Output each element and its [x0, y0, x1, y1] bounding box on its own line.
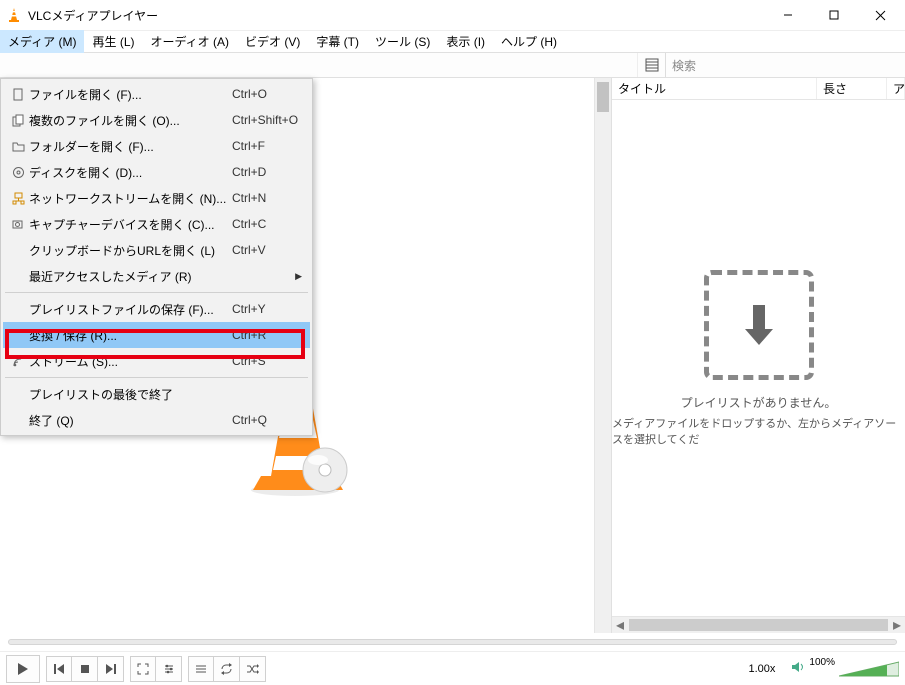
playback-speed[interactable]: 1.00x [749, 663, 776, 675]
col-length[interactable]: 長さ [817, 78, 887, 99]
drop-download-icon [704, 270, 814, 380]
network-icon [7, 192, 29, 205]
disc-icon [7, 166, 29, 179]
playlist-view-toggle-icon[interactable] [637, 53, 665, 77]
playlist-pane: タイトル 長さ ア プレイリストがありません。 メディアファイルをドロップするか… [612, 78, 905, 633]
menu-quit-after-playlist[interactable]: プレイリストの最後で終了 [3, 381, 310, 407]
col-album[interactable]: ア [887, 78, 905, 99]
next-button[interactable] [98, 656, 124, 682]
capture-icon [7, 218, 29, 231]
titlebar: VLCメディアプレイヤー [0, 0, 905, 30]
menu-save-playlist[interactable]: プレイリストファイルの保存 (F)... Ctrl+Y [3, 296, 310, 322]
menu-separator [5, 377, 308, 378]
playlist-hscrollbar[interactable]: ◂ ▸ [612, 616, 905, 633]
menu-open-file[interactable]: ファイルを開く (F)... Ctrl+O [3, 81, 310, 107]
folder-icon [7, 140, 29, 153]
menu-open-clipboard-url[interactable]: クリップボードからURLを開く (L) Ctrl+V [3, 237, 310, 263]
menu-help[interactable]: ヘルプ (H) [493, 30, 565, 53]
shuffle-button[interactable] [240, 656, 266, 682]
menu-open-network-stream[interactable]: ネットワークストリームを開く (N)... Ctrl+N [3, 185, 310, 211]
maximize-button[interactable] [811, 0, 857, 30]
menu-open-disc[interactable]: ディスクを開く (D)... Ctrl+D [3, 159, 310, 185]
menu-media[interactable]: メディア (M) [0, 30, 84, 53]
menu-open-multiple-files[interactable]: 複数のファイルを開く (O)... Ctrl+Shift+O [3, 107, 310, 133]
volume-control[interactable]: 100% [791, 660, 899, 678]
left-scrollbar[interactable] [594, 78, 611, 633]
media-menu-dropdown: ファイルを開く (F)... Ctrl+O 複数のファイルを開く (O)... … [0, 78, 313, 436]
content-area: ファイルを開く (F)... Ctrl+O 複数のファイルを開く (O)... … [0, 78, 905, 633]
window-title: VLCメディアプレイヤー [28, 7, 765, 24]
vlc-cone-icon [6, 7, 22, 23]
extended-settings-button[interactable] [156, 656, 182, 682]
close-button[interactable] [857, 0, 903, 30]
fullscreen-button[interactable] [130, 656, 156, 682]
menu-video[interactable]: ビデオ (V) [237, 30, 308, 53]
menu-audio[interactable]: オーディオ (A) [143, 30, 238, 53]
stream-icon [7, 355, 29, 368]
seek-track[interactable] [8, 639, 897, 645]
play-button[interactable] [6, 655, 40, 683]
col-title[interactable]: タイトル [612, 78, 817, 99]
menu-subtitle[interactable]: 字幕 (T) [308, 30, 367, 53]
menubar: メディア (M) 再生 (L) オーディオ (A) ビデオ (V) 字幕 (T)… [0, 30, 905, 52]
search-input[interactable]: 検索 [665, 53, 905, 77]
volume-slider[interactable] [839, 660, 899, 678]
playback-controls: 1.00x 100% [0, 651, 905, 685]
scrollbar-thumb[interactable] [597, 82, 609, 112]
prev-button[interactable] [46, 656, 72, 682]
playlist-drop-zone[interactable]: プレイリストがありません。 メディアファイルをドロップするか、左からメディアソー… [612, 100, 905, 616]
minimize-button[interactable] [765, 0, 811, 30]
file-icon [7, 88, 29, 101]
menu-tools[interactable]: ツール (S) [367, 30, 438, 53]
stop-button[interactable] [72, 656, 98, 682]
media-source-pane: ファイルを開く (F)... Ctrl+O 複数のファイルを開く (O)... … [0, 78, 612, 633]
seek-bar[interactable] [0, 633, 905, 651]
speaker-icon [791, 661, 805, 676]
volume-percent: 100% [809, 657, 835, 668]
menu-open-capture-device[interactable]: キャプチャーデバイスを開く (C)... Ctrl+C [3, 211, 310, 237]
menu-stream[interactable]: ストリーム (S)... Ctrl+S [3, 348, 310, 374]
menu-separator [5, 292, 308, 293]
playlist-button[interactable] [188, 656, 214, 682]
playlist-empty-title: プレイリストがありません。 [681, 394, 837, 411]
menu-quit[interactable]: 終了 (Q) Ctrl+Q [3, 407, 310, 433]
menu-playback[interactable]: 再生 (L) [84, 30, 142, 53]
playlist-header: タイトル 長さ ア [612, 78, 905, 100]
menu-open-folder[interactable]: フォルダーを開く (F)... Ctrl+F [3, 133, 310, 159]
menu-view[interactable]: 表示 (I) [438, 30, 493, 53]
files-icon [7, 114, 29, 127]
menu-convert-save[interactable]: 変換 / 保存 (R)... Ctrl+R [3, 322, 310, 348]
playlist-toolbar: 検索 [0, 52, 905, 78]
menu-recent-media[interactable]: 最近アクセスしたメディア (R) ▶ [3, 263, 310, 289]
loop-button[interactable] [214, 656, 240, 682]
submenu-arrow-icon: ▶ [295, 271, 302, 282]
search-placeholder: 検索 [672, 57, 696, 74]
playlist-empty-hint: メディアファイルをドロップするか、左からメディアソースを選択してくだ [612, 415, 905, 447]
